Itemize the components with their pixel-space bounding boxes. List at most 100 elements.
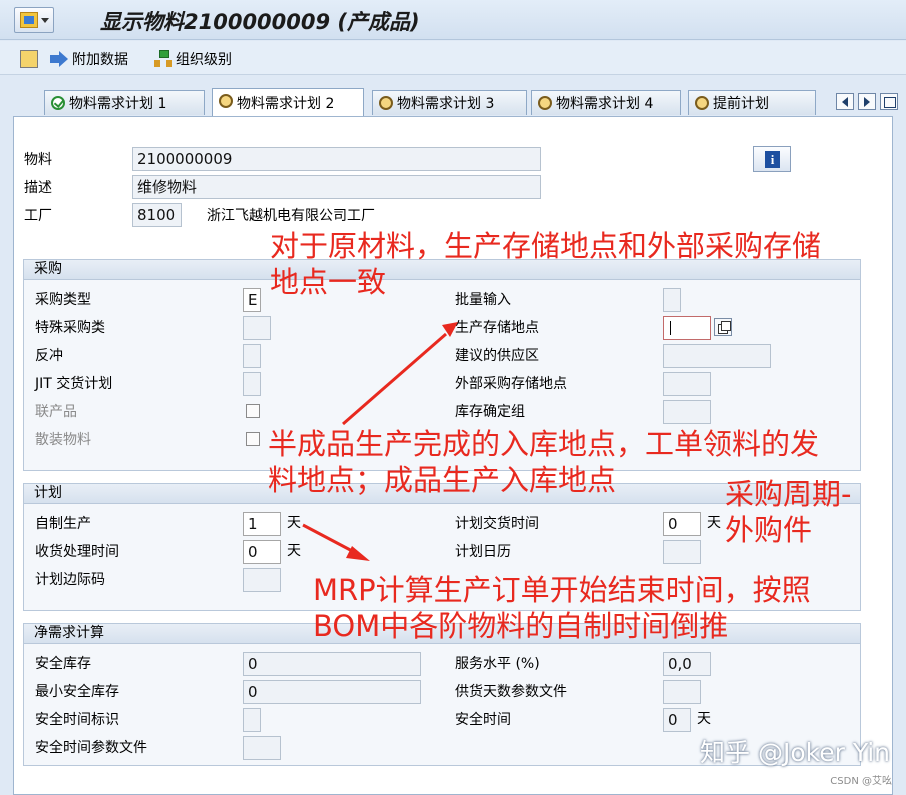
ring-icon (538, 96, 552, 110)
annotation-line: 外购件 (725, 513, 813, 547)
chevron-down-icon (41, 18, 49, 23)
safety-time-profile-field[interactable] (243, 736, 281, 760)
prod-storage-location-label: 生产存储地点 (455, 320, 539, 336)
annotation-storage-location: 对于原材料，生产存储地点和外部采购存储 地点一致 (270, 228, 821, 300)
org-levels-button[interactable]: 组织级别 (154, 49, 232, 69)
supply-area-label: 建议的供应区 (455, 348, 539, 364)
safety-time-indicator-label: 安全时间标识 (35, 712, 119, 728)
tab-label: 物料需求计划 2 (237, 95, 335, 112)
jit-label: JIT 交货计划 (35, 376, 113, 392)
page-title: 显示物料2100000009 (产成品) (100, 10, 420, 34)
tab-mrp-2[interactable]: 物料需求计划 2 (212, 88, 364, 116)
title-bar: 显示物料2100000009 (产成品) (0, 0, 906, 40)
annotation-line: 地点一致 (270, 265, 387, 299)
tab-label: 提前计划 (713, 96, 769, 112)
bulk-material-label: 散装物料 (35, 432, 91, 448)
tab-strip: 物料需求计划 1 物料需求计划 2 物料需求计划 3 物料需求计划 4 提前计划 (0, 88, 906, 116)
supply-area-field[interactable] (663, 344, 771, 368)
description-field[interactable]: 维修物料 (132, 175, 541, 199)
tab-scroll-left-button[interactable] (836, 93, 854, 110)
annotation-line: MRP计算生产订单开始结束时间，按照 (313, 573, 811, 607)
safety-stock-label: 安全库存 (35, 656, 91, 672)
special-procurement-field[interactable] (243, 316, 271, 340)
planned-delivery-time-field[interactable]: 0 (663, 512, 701, 536)
annotation-line: 采购周期- (725, 477, 852, 511)
annotation-line: BOM中各阶物料的自制时间倒推 (313, 609, 729, 643)
check-circle-icon (51, 96, 65, 110)
safety-time-label: 安全时间 (455, 712, 511, 728)
ring-icon (379, 96, 393, 110)
stock-det-group-label: 库存确定组 (455, 404, 525, 420)
plant-field[interactable]: 8100 (132, 203, 182, 227)
inhouse-production-field[interactable]: 1 (243, 512, 281, 536)
bulk-material-checkbox[interactable] (246, 432, 260, 446)
min-safety-stock-field[interactable]: 0 (243, 680, 421, 704)
additional-data-label: 附加数据 (72, 52, 128, 68)
text-cursor (670, 321, 671, 335)
document-button[interactable] (20, 49, 42, 69)
service-level-label: 服务水平 (%) (455, 656, 540, 672)
tab-mrp-3[interactable]: 物料需求计划 3 (372, 90, 527, 115)
annotation-purchase-cycle: 采购周期- 外购件 (725, 476, 851, 548)
arrow-right-icon (50, 50, 68, 68)
backflush-label: 反冲 (35, 348, 63, 364)
annotation-line: 对于原材料，生产存储地点和外部采购存储 (270, 229, 822, 263)
backflush-field[interactable] (243, 344, 261, 368)
watermark: 知乎 @Joker Yin (700, 738, 890, 767)
info-icon: i (765, 151, 780, 168)
tab-mrp-1[interactable]: 物料需求计划 1 (44, 90, 205, 115)
value-help-icon[interactable] (714, 318, 732, 336)
safety-time-field[interactable]: 0 (663, 708, 691, 732)
prod-storage-location-field[interactable] (663, 316, 711, 340)
tab-label: 物料需求计划 1 (69, 96, 167, 112)
safety-time-profile-label: 安全时间参数文件 (35, 740, 147, 756)
special-procurement-label: 特殊采购类 (35, 320, 105, 336)
gr-processing-time-field[interactable]: 0 (243, 540, 281, 564)
inhouse-production-unit: 天 (287, 515, 301, 531)
document-icon (20, 50, 38, 68)
coproduct-checkbox[interactable] (246, 404, 260, 418)
gr-processing-time-unit: 天 (287, 543, 301, 559)
min-safety-stock-label: 最小安全库存 (35, 684, 119, 700)
planning-calendar-field[interactable] (663, 540, 701, 564)
annotation-mrp-backward: MRP计算生产订单开始结束时间，按照 BOM中各阶物料的自制时间倒推 (313, 572, 811, 644)
annotation-line: 半成品生产完成的入库地点，工单领料的发 (268, 427, 820, 461)
stock-det-group-field[interactable] (663, 400, 711, 424)
description-label: 描述 (24, 180, 52, 196)
plant-label: 工厂 (24, 208, 52, 224)
planned-delivery-time-unit: 天 (707, 515, 721, 531)
material-label: 物料 (24, 152, 52, 168)
info-button[interactable]: i (753, 146, 791, 172)
planned-delivery-time-label: 计划交货时间 (455, 516, 539, 532)
coproduct-label: 联产品 (35, 404, 77, 420)
triangle-left-icon (842, 97, 848, 107)
service-level-field[interactable]: 0,0 (663, 652, 711, 676)
tab-list-button[interactable] (880, 93, 898, 110)
sched-margin-key-field[interactable] (243, 568, 281, 592)
tab-mrp-4[interactable]: 物料需求计划 4 (531, 90, 681, 115)
additional-data-button[interactable]: 附加数据 (50, 49, 128, 69)
ring-icon (695, 96, 709, 110)
tab-label: 物料需求计划 3 (397, 96, 495, 112)
sched-margin-key-label: 计划边际码 (35, 572, 105, 588)
tab-label: 物料需求计划 4 (556, 96, 654, 112)
ext-storage-location-field[interactable] (663, 372, 711, 396)
safety-time-indicator-field[interactable] (243, 708, 261, 732)
plant-name-text: 浙江飞越机电有限公司工厂 (207, 208, 375, 224)
tab-forecast[interactable]: 提前计划 (688, 90, 816, 115)
material-field[interactable]: 2100000009 (132, 147, 541, 171)
sap-menu-icon (20, 12, 38, 28)
tab-scroll-right-button[interactable] (858, 93, 876, 110)
jit-field[interactable] (243, 372, 261, 396)
safety-time-unit: 天 (697, 711, 711, 727)
org-levels-label: 组织级别 (176, 52, 232, 68)
coverage-profile-label: 供货天数参数文件 (455, 684, 567, 700)
org-structure-icon (154, 50, 172, 68)
procurement-type-label: 采购类型 (35, 292, 91, 308)
procurement-type-field[interactable]: E (243, 288, 261, 312)
safety-stock-field[interactable]: 0 (243, 652, 421, 676)
gr-processing-time-label: 收货处理时间 (35, 544, 119, 560)
system-menu-button[interactable] (14, 7, 54, 33)
triangle-right-icon (864, 97, 870, 107)
coverage-profile-field[interactable] (663, 680, 701, 704)
